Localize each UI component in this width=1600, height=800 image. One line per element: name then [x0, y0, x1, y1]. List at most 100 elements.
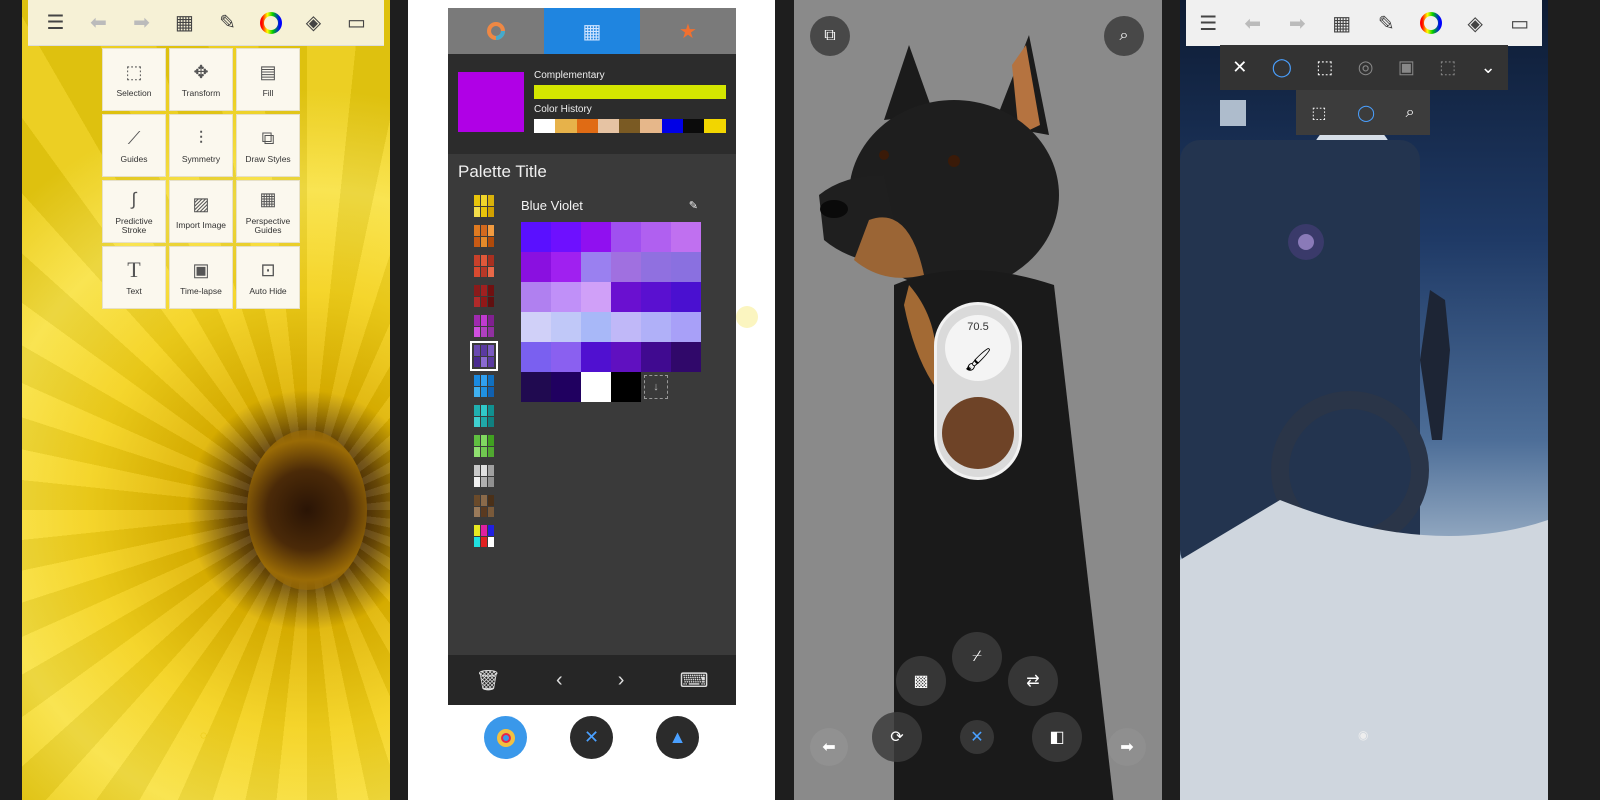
- tool-import-image[interactable]: ▨ Import Image: [169, 180, 233, 243]
- history-swatch[interactable]: [683, 119, 705, 133]
- tool-text[interactable]: T Text: [102, 246, 166, 309]
- palette-swatch[interactable]: [551, 222, 581, 252]
- palette-thumbnail[interactable]: [473, 404, 495, 428]
- tool-transform[interactable]: ✥ Transform: [169, 48, 233, 111]
- palette-swatch[interactable]: [521, 252, 551, 282]
- palette-thumbnail[interactable]: [473, 254, 495, 278]
- tab-favorites[interactable]: ★: [640, 8, 736, 54]
- keyboard-icon[interactable]: ⌨: [680, 668, 709, 693]
- palette-swatch[interactable]: [611, 312, 641, 342]
- more-icon[interactable]: ⌄: [1481, 57, 1496, 78]
- palette-swatch[interactable]: [581, 372, 611, 402]
- close-button[interactable]: ✕: [960, 720, 994, 754]
- close-button[interactable]: ✕: [570, 716, 613, 759]
- canvas-handle-icon[interactable]: [736, 306, 758, 328]
- tool-fill[interactable]: ▤ Fill: [236, 48, 300, 111]
- palette-swatch[interactable]: [521, 312, 551, 342]
- palette-swatch[interactable]: [611, 372, 641, 402]
- palette-swatch[interactable]: [581, 222, 611, 252]
- palette-swatch[interactable]: [611, 222, 641, 252]
- tool-draw-styles[interactable]: ⧉ Draw Styles: [236, 114, 300, 177]
- history-swatch[interactable]: [661, 119, 684, 133]
- palette-thumbnail[interactable]: [473, 314, 495, 338]
- history-swatch[interactable]: [555, 119, 577, 133]
- palette-swatch[interactable]: [521, 342, 551, 372]
- brushes-icon[interactable]: ✎: [215, 10, 241, 36]
- history-swatch[interactable]: [597, 119, 620, 133]
- tab-palette[interactable]: ▦: [544, 8, 640, 54]
- color-wheel-icon[interactable]: [1418, 10, 1444, 36]
- current-color-swatch[interactable]: [458, 72, 524, 132]
- layers-icon[interactable]: ◈: [301, 10, 327, 36]
- layers-icon[interactable]: ◈: [1462, 10, 1488, 36]
- eyedropper-button[interactable]: ⌿: [952, 632, 1002, 682]
- magic-wand-icon[interactable]: ◎: [1358, 57, 1374, 78]
- brush-puck[interactable]: 🖌 70.5: [934, 302, 1022, 480]
- palette-swatch[interactable]: [551, 282, 581, 312]
- redo-icon[interactable]: ➡: [129, 10, 155, 36]
- magic-wand-marquee-icon[interactable]: ⌕: [1406, 104, 1415, 122]
- palette-swatch[interactable]: [581, 252, 611, 282]
- lasso-marquee-icon[interactable]: ◯: [1357, 103, 1375, 123]
- swap-button[interactable]: ⇄: [1008, 656, 1058, 706]
- rotate-button[interactable]: ⟳: [872, 712, 922, 762]
- invert-select-icon[interactable]: ▣: [1398, 57, 1415, 78]
- tab-color-wheel[interactable]: [448, 8, 544, 54]
- palette-swatch[interactable]: [521, 282, 551, 312]
- palette-thumbnail[interactable]: [473, 284, 495, 308]
- palette-swatch[interactable]: [671, 222, 701, 252]
- palette-swatch[interactable]: [611, 252, 641, 282]
- history-swatch[interactable]: [640, 119, 662, 133]
- tool-time-lapse[interactable]: ▣ Time-lapse: [169, 246, 233, 309]
- palette-swatch[interactable]: [641, 282, 671, 312]
- undo-icon[interactable]: ⬅: [1240, 10, 1266, 36]
- add-swatch-icon[interactable]: ↓: [644, 375, 668, 399]
- empty-swatch[interactable]: [671, 372, 701, 402]
- mirror-button[interactable]: ◧: [1032, 712, 1082, 762]
- palette-swatch[interactable]: [641, 312, 671, 342]
- close-icon[interactable]: ✕: [1232, 57, 1247, 78]
- lasso-icon[interactable]: ◯: [1272, 57, 1292, 78]
- next-icon[interactable]: ›: [618, 669, 625, 692]
- canvas-handle-icon[interactable]: ◉: [1358, 728, 1368, 742]
- palette-swatch[interactable]: [671, 252, 701, 282]
- palette-swatch[interactable]: [581, 312, 611, 342]
- history-swatch[interactable]: [704, 119, 726, 133]
- brush-color[interactable]: [942, 397, 1014, 469]
- palette-thumbnail[interactable]: [473, 464, 495, 488]
- palette-thumbnail[interactable]: [473, 194, 495, 218]
- fullscreen-icon[interactable]: ▭: [344, 10, 370, 36]
- paste-button[interactable]: ⧉: [810, 16, 850, 56]
- palette-swatch[interactable]: [581, 282, 611, 312]
- palette-swatch[interactable]: [551, 312, 581, 342]
- palette-swatch[interactable]: [551, 252, 581, 282]
- canvas-handle-icon[interactable]: ◌: [200, 728, 207, 742]
- palette-thumbnail[interactable]: [470, 341, 498, 371]
- color-wheel-icon[interactable]: [258, 10, 284, 36]
- palette-swatch[interactable]: [611, 282, 641, 312]
- palette-swatch[interactable]: [581, 342, 611, 372]
- palette-swatch[interactable]: [611, 342, 641, 372]
- palette-thumbnail[interactable]: [473, 524, 495, 548]
- history-swatch[interactable]: [534, 119, 556, 133]
- palette-swatch[interactable]: [641, 222, 671, 252]
- rect-marquee-icon[interactable]: ⬚: [1311, 103, 1326, 123]
- grid-icon[interactable]: ▦: [1329, 10, 1355, 36]
- brushes-icon[interactable]: ✎: [1373, 10, 1399, 36]
- palette-swatch[interactable]: [671, 282, 701, 312]
- tool-predictive-stroke[interactable]: ∫ Predictive Stroke: [102, 180, 166, 243]
- palette-thumbnail[interactable]: [473, 224, 495, 248]
- tool-perspective-guides[interactable]: ▦ Perspective Guides: [236, 180, 300, 243]
- palette-swatch[interactable]: [551, 372, 581, 402]
- palette-swatch[interactable]: [641, 342, 671, 372]
- eyedropper-button[interactable]: ▲: [656, 716, 699, 759]
- deselect-icon[interactable]: ⬚: [1439, 57, 1456, 78]
- list-icon[interactable]: ☰: [43, 10, 69, 36]
- palette-swatch[interactable]: [671, 312, 701, 342]
- palette-swatch[interactable]: [521, 222, 551, 252]
- tool-symmetry[interactable]: ⫶ Symmetry: [169, 114, 233, 177]
- tool-selection[interactable]: ⬚ Selection: [102, 48, 166, 111]
- tool-guides[interactable]: ⟋ Guides: [102, 114, 166, 177]
- palette-swatch[interactable]: [551, 342, 581, 372]
- zoom-button[interactable]: ⌕: [1104, 16, 1144, 56]
